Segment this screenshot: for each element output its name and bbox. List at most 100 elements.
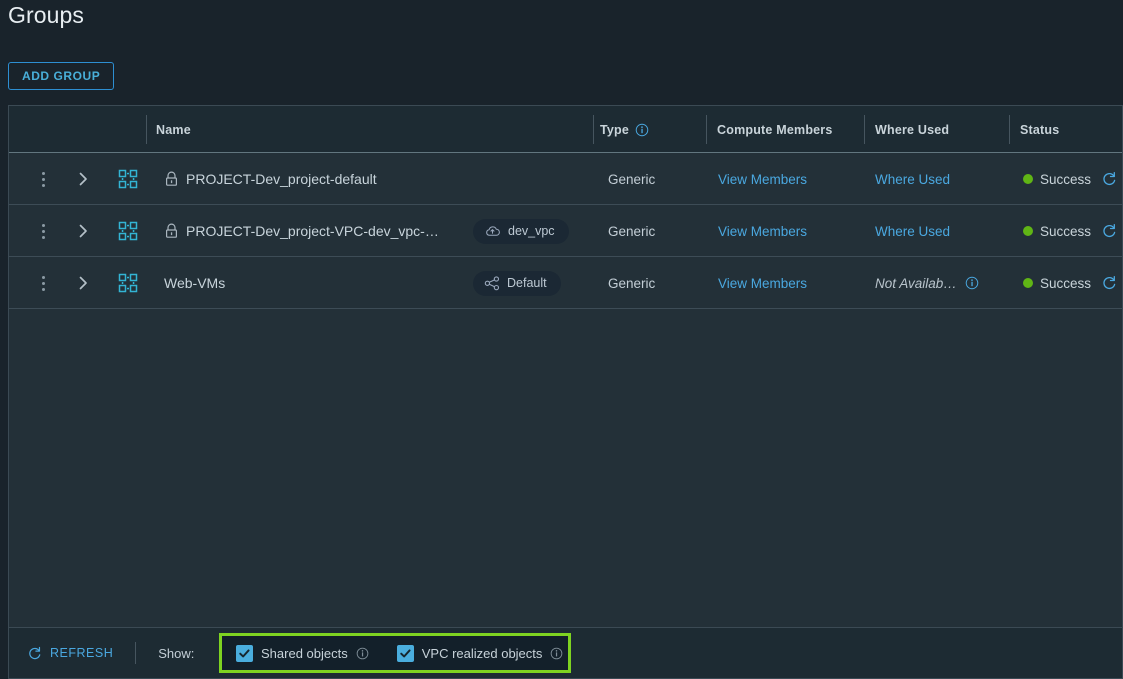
default-badge: Default (473, 270, 561, 296)
group-objects-icon (117, 220, 139, 242)
column-header-status[interactable]: Status (1020, 106, 1059, 153)
row-compute-members-cell[interactable]: View Members (718, 153, 807, 205)
view-members-link[interactable]: View Members (718, 172, 807, 187)
column-header-where-used-label: Where Used (875, 122, 950, 137)
refresh-icon[interactable] (1101, 171, 1117, 187)
group-name: PROJECT-Dev_project-default (186, 171, 377, 187)
vpc-realized-objects-checkbox[interactable] (396, 644, 414, 662)
row-name-cell: Web-VMs (164, 257, 225, 309)
kebab-menu-icon[interactable] (31, 167, 55, 191)
row-menu-button[interactable] (31, 257, 55, 309)
page-title: Groups (8, 2, 85, 28)
row-name-cell: PROJECT-Dev_project-default (164, 153, 377, 205)
table-row[interactable]: Web-VMs Default Generic View Members Not… (9, 257, 1122, 309)
refresh-icon (27, 646, 42, 661)
status-label: Success (1040, 223, 1092, 239)
status-label: Success (1040, 275, 1092, 291)
vpc-badge: dev_vpc (473, 218, 569, 244)
table-header-row: Name Type Compute Members Where Used Sta… (9, 106, 1122, 153)
chevron-right-icon[interactable] (75, 275, 91, 291)
column-header-type[interactable]: Type (600, 106, 649, 153)
row-name-cell: PROJECT-Dev_project-VPC-dev_vpc-… (164, 205, 439, 257)
row-badge-cell: dev_vpc (473, 205, 569, 257)
refresh-button[interactable]: REFRESH (27, 646, 113, 661)
group-name: PROJECT-Dev_project-VPC-dev_vpc-… (186, 223, 439, 239)
row-menu-button[interactable] (31, 205, 55, 257)
row-where-used-cell: Not Availab… (875, 257, 979, 309)
row-type-cell: Generic (608, 205, 655, 257)
share-nodes-icon (484, 275, 500, 291)
status-dot (1023, 278, 1033, 288)
row-compute-members-cell[interactable]: View Members (718, 205, 807, 257)
column-divider (864, 115, 865, 144)
column-header-name-label: Name (156, 122, 191, 137)
group-name: Web-VMs (164, 275, 226, 291)
refresh-icon[interactable] (1101, 223, 1117, 239)
view-members-link[interactable]: View Members (718, 276, 807, 291)
row-type-cell: Generic (608, 257, 655, 309)
column-header-name[interactable]: Name (156, 106, 191, 153)
vpc-realized-objects-label: VPC realized objects (421, 645, 543, 661)
groups-table: Name Type Compute Members Where Used Sta… (8, 105, 1123, 671)
group-type: Generic (608, 171, 656, 187)
refresh-icon[interactable] (1101, 275, 1117, 291)
row-menu-button[interactable] (31, 153, 55, 205)
column-divider (146, 115, 147, 144)
row-group-icon-cell (117, 153, 139, 205)
view-members-link[interactable]: View Members (718, 224, 807, 239)
row-expand-button[interactable] (75, 205, 91, 257)
info-icon[interactable] (965, 276, 979, 290)
status-label: Success (1040, 171, 1092, 187)
row-group-icon-cell (117, 205, 139, 257)
add-group-label: ADD GROUP (22, 69, 101, 83)
column-header-where-used[interactable]: Where Used (875, 106, 949, 153)
table-empty-area (9, 309, 1122, 671)
row-where-used-cell[interactable]: Where Used (875, 205, 950, 257)
column-header-status-label: Status (1020, 122, 1060, 137)
chevron-right-icon[interactable] (75, 223, 91, 239)
row-group-icon-cell (117, 257, 139, 309)
chevron-right-icon[interactable] (75, 171, 91, 187)
default-badge-label: Default (507, 276, 547, 290)
column-divider (706, 115, 707, 144)
info-icon[interactable] (356, 647, 369, 660)
row-status-cell: Success (1023, 205, 1117, 257)
add-group-button[interactable]: ADD GROUP (8, 62, 115, 90)
column-header-compute-members[interactable]: Compute Members (717, 106, 833, 153)
refresh-label: REFRESH (50, 646, 114, 660)
shared-objects-checkbox[interactable] (236, 644, 253, 662)
row-compute-members-cell[interactable]: View Members (718, 257, 807, 309)
kebab-menu-icon[interactable] (31, 219, 55, 243)
vpc-realized-objects-checkbox-item[interactable]: VPC realized objects (396, 644, 564, 662)
groups-page: Groups ADD GROUP Name Type Compute Membe… (0, 0, 1123, 679)
info-icon[interactable] (550, 647, 563, 660)
row-status-cell: Success (1023, 153, 1117, 205)
table-row[interactable]: PROJECT-Dev_project-default Generic View… (9, 153, 1122, 205)
show-options-highlight: Shared objects VPC realized objects (219, 633, 571, 673)
row-status-cell: Success (1023, 257, 1117, 309)
vpc-badge-label: dev_vpc (508, 224, 555, 238)
row-badge-cell: Default (473, 257, 561, 309)
footer-divider (135, 642, 137, 664)
where-used-link[interactable]: Where Used (875, 224, 950, 239)
table-row[interactable]: PROJECT-Dev_project-VPC-dev_vpc-… dev_vp… (9, 205, 1122, 257)
column-divider (593, 115, 594, 144)
column-divider (1009, 115, 1010, 144)
where-used-not-available: Not Availab… (875, 275, 957, 291)
group-type: Generic (608, 223, 656, 239)
kebab-menu-icon[interactable] (31, 271, 55, 295)
where-used-link[interactable]: Where Used (875, 172, 950, 187)
group-type: Generic (608, 275, 656, 291)
row-expand-button[interactable] (75, 257, 91, 309)
status-dot (1023, 226, 1033, 236)
status-dot (1023, 174, 1033, 184)
shared-objects-label: Shared objects (261, 645, 348, 661)
shared-objects-checkbox-item[interactable]: Shared objects (236, 644, 369, 662)
row-expand-button[interactable] (75, 153, 91, 205)
row-where-used-cell[interactable]: Where Used (875, 153, 950, 205)
vpc-cloud-icon (484, 224, 501, 239)
info-icon[interactable] (635, 123, 649, 137)
group-objects-icon (117, 272, 139, 294)
column-header-type-label: Type (600, 122, 630, 137)
row-type-cell: Generic (608, 153, 655, 205)
